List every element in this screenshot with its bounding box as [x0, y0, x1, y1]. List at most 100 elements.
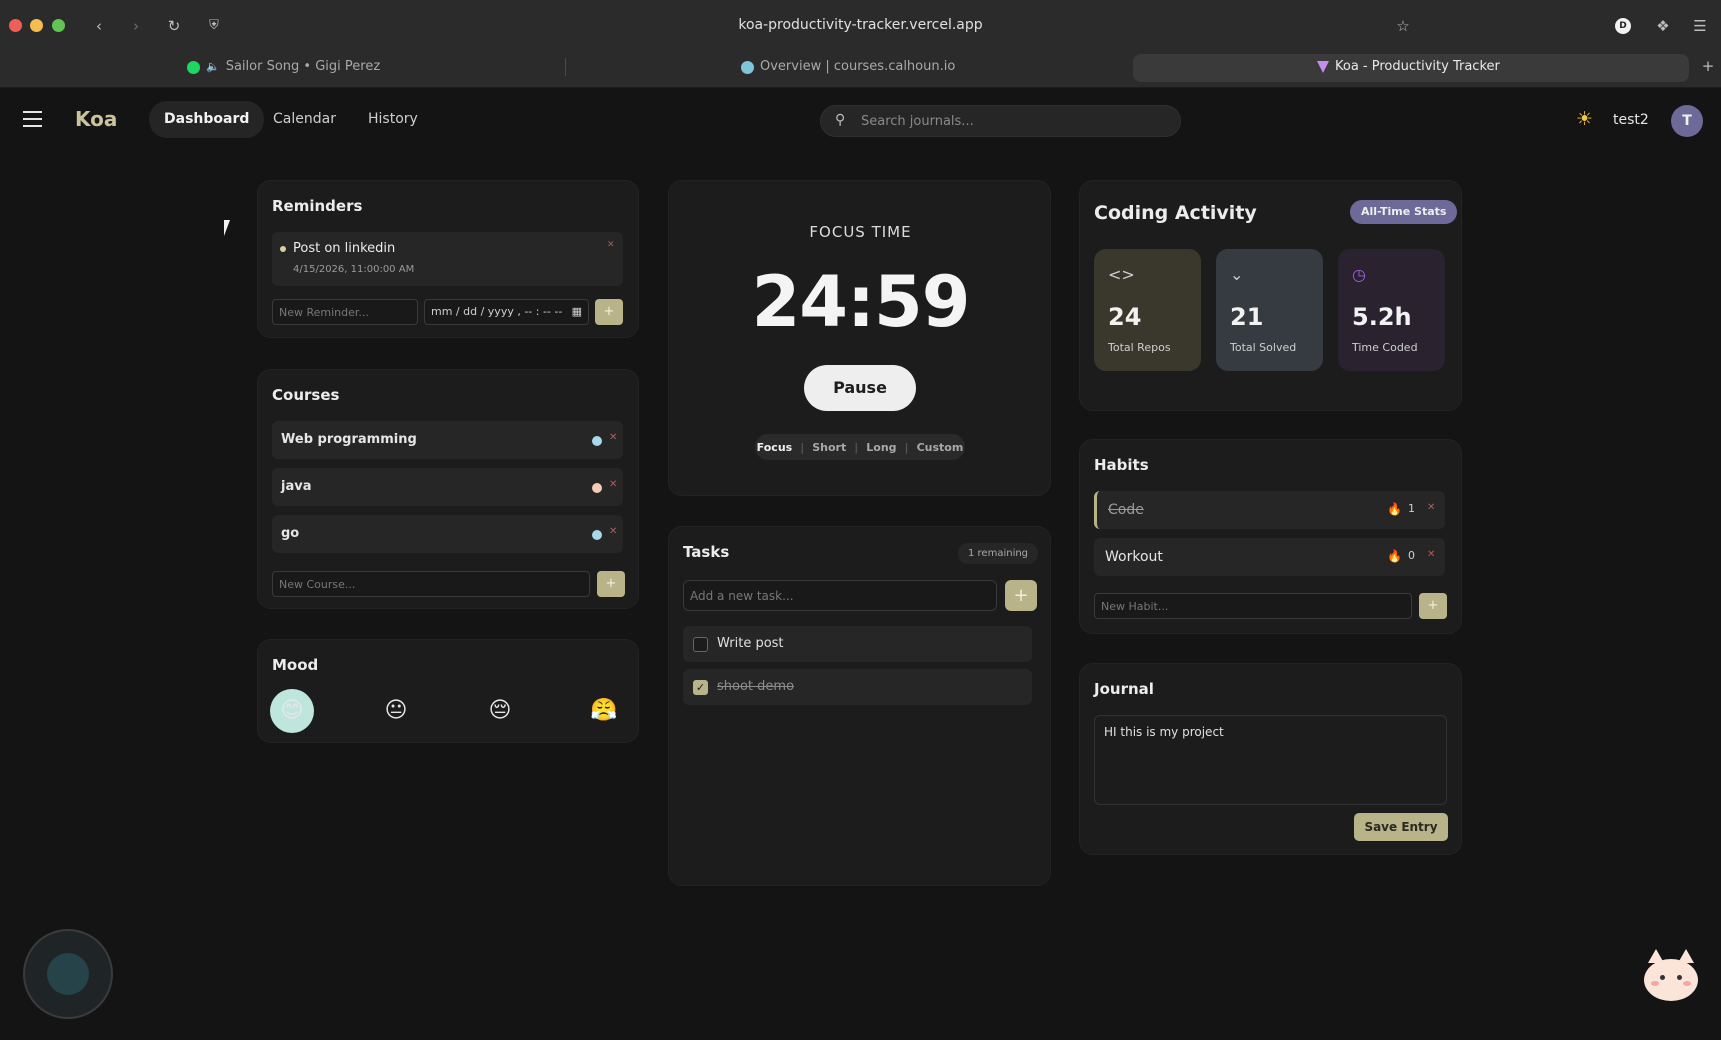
tab-label: Koa - Productivity Tracker	[1335, 59, 1500, 74]
all-time-stats-badge[interactable]: All-Time Stats	[1350, 200, 1458, 224]
date-placeholder: mm / dd / yyyy , -- : -- --	[431, 305, 563, 318]
mode-divider: |	[854, 440, 859, 454]
stat-solved: ⌄ 21 Total Solved	[1216, 249, 1323, 371]
app-header: Koa Dashboard Calendar History ⚲ ☀ test2…	[0, 89, 1721, 153]
delete-course-icon[interactable]: ✕	[609, 479, 617, 490]
stat-value: 24	[1108, 303, 1142, 331]
bullet-icon	[280, 246, 286, 252]
course-color-dot[interactable]	[592, 530, 602, 540]
search-box[interactable]: ⚲	[820, 105, 1181, 137]
fire-icon: 🔥	[1387, 549, 1402, 563]
fire-icon: 🔥	[1387, 502, 1402, 516]
new-tab-button[interactable]: +	[1697, 55, 1719, 77]
delete-course-icon[interactable]: ✕	[609, 432, 617, 443]
reminders-title: Reminders	[272, 197, 363, 215]
focus-card: FOCUS TIME 24:59 Pause Focus | Short | L…	[668, 180, 1051, 496]
mood-frustrated-button[interactable]: 😤	[582, 689, 626, 733]
habit-item[interactable]: Workout 🔥 0 ✕	[1094, 538, 1445, 576]
music-player-widget[interactable]	[23, 929, 113, 1019]
menu-icon[interactable]: ☰	[1689, 15, 1711, 37]
mode-divider: |	[904, 440, 909, 454]
mode-focus[interactable]: Focus	[757, 441, 793, 454]
stat-value: 21	[1230, 303, 1264, 331]
timer-display: 24:59	[751, 261, 971, 343]
username: test2	[1613, 112, 1649, 128]
reminders-card: Reminders Post on linkedin 4/15/2026, 11…	[257, 180, 639, 338]
clock-icon: ◷	[1352, 265, 1366, 284]
coding-activity-card: Coding Activity All-Time Stats <> 24 Tot…	[1079, 180, 1462, 411]
mode-long[interactable]: Long	[866, 441, 896, 454]
reminder-date-input[interactable]: mm / dd / yyyy , -- : -- -- ▦	[424, 299, 589, 325]
bookmark-star-icon[interactable]: ☆	[1392, 15, 1414, 37]
new-task-input[interactable]	[683, 580, 997, 611]
spotify-icon	[187, 60, 200, 74]
browser-chrome: ‹ › ↻ ⛨ koa-productivity-tracker.vercel.…	[0, 0, 1721, 88]
cat-mascot-icon[interactable]	[1644, 949, 1698, 1003]
tab-label: Sailor Song • Gigi Perez	[225, 59, 381, 74]
add-reminder-button[interactable]: +	[595, 299, 623, 325]
address-bar[interactable]: koa-productivity-tracker.vercel.app	[0, 17, 1721, 33]
tab-courses[interactable]: Overview | courses.calhoun.io	[741, 56, 955, 78]
tasks-card: Tasks 1 remaining + Write post ✓ shoot d…	[668, 526, 1051, 886]
delete-course-icon[interactable]: ✕	[609, 526, 617, 537]
remaining-badge: 1 remaining	[958, 543, 1039, 564]
mode-short[interactable]: Short	[812, 441, 846, 454]
journal-card: Journal HI this is my project Save Entry	[1079, 663, 1462, 855]
album-art-icon	[47, 953, 89, 995]
reminder-datetime: 4/15/2026, 11:00:00 AM	[293, 264, 415, 275]
course-item[interactable]: go ✕	[272, 515, 623, 553]
course-item[interactable]: java ✕	[272, 468, 623, 506]
habit-streak: 1	[1408, 502, 1415, 515]
profile-icon[interactable]: D	[1615, 18, 1631, 34]
mood-sad-button[interactable]: 😔	[478, 689, 522, 733]
add-task-button[interactable]: +	[1005, 580, 1037, 611]
courses-title: Courses	[272, 386, 340, 404]
reminder-item: Post on linkedin 4/15/2026, 11:00:00 AM …	[272, 232, 623, 286]
task-checkbox-checked[interactable]: ✓	[693, 680, 708, 695]
delete-habit-icon[interactable]: ✕	[1427, 549, 1435, 560]
delete-habit-icon[interactable]: ✕	[1427, 502, 1435, 513]
task-checkbox[interactable]	[693, 637, 708, 652]
tab-dashboard[interactable]: Dashboard	[149, 101, 265, 138]
calendar-icon: ▦	[571, 305, 582, 318]
timer-mode-selector: Focus | Short | Long | Custom	[755, 434, 965, 460]
course-color-dot[interactable]	[592, 483, 602, 493]
chevron-down-icon: ⌄	[1230, 265, 1244, 284]
tab-history[interactable]: History	[353, 101, 433, 138]
course-item[interactable]: Web programming ✕	[272, 421, 623, 459]
extensions-icon[interactable]: ❖	[1652, 15, 1674, 37]
new-reminder-input[interactable]	[272, 299, 418, 325]
save-entry-button[interactable]: Save Entry	[1354, 813, 1448, 841]
tab-calendar[interactable]: Calendar	[258, 101, 351, 138]
task-text: shoot demo	[717, 679, 795, 694]
task-item: ✓ shoot demo	[683, 669, 1032, 705]
tab-koa[interactable]: Koa - Productivity Tracker	[1317, 56, 1500, 78]
add-course-button[interactable]: +	[597, 571, 625, 597]
habit-streak: 0	[1408, 549, 1415, 562]
journal-textarea[interactable]: HI this is my project	[1094, 715, 1447, 805]
app-logo[interactable]: Koa	[75, 107, 117, 131]
mode-custom[interactable]: Custom	[917, 441, 964, 454]
add-habit-button[interactable]: +	[1419, 593, 1447, 619]
avatar[interactable]: T	[1671, 105, 1703, 137]
mood-title: Mood	[272, 656, 319, 674]
new-habit-input[interactable]	[1094, 593, 1412, 619]
search-input[interactable]	[861, 106, 1171, 136]
hamburger-icon[interactable]	[23, 111, 42, 127]
sun-icon[interactable]: ☀	[1576, 108, 1593, 130]
stat-label: Total Repos	[1108, 341, 1171, 354]
delete-reminder-icon[interactable]: ✕	[607, 240, 615, 250]
mode-divider: |	[800, 440, 805, 454]
mouse-cursor-icon	[224, 220, 230, 236]
task-text: Write post	[717, 636, 784, 651]
course-color-dot[interactable]	[592, 436, 602, 446]
mood-happy-button[interactable]: 😊	[270, 689, 314, 733]
tab-spotify[interactable]: 🔈 Sailor Song • Gigi Perez	[187, 56, 380, 78]
task-item: Write post	[683, 626, 1032, 662]
mood-neutral-button[interactable]: 😐	[374, 689, 418, 733]
habits-title: Habits	[1094, 456, 1149, 474]
new-course-input[interactable]	[272, 571, 590, 597]
stat-time-coded: ◷ 5.2h Time Coded	[1338, 249, 1445, 371]
pause-button[interactable]: Pause	[804, 365, 916, 411]
habit-item[interactable]: Code 🔥 1 ✕	[1094, 491, 1445, 529]
